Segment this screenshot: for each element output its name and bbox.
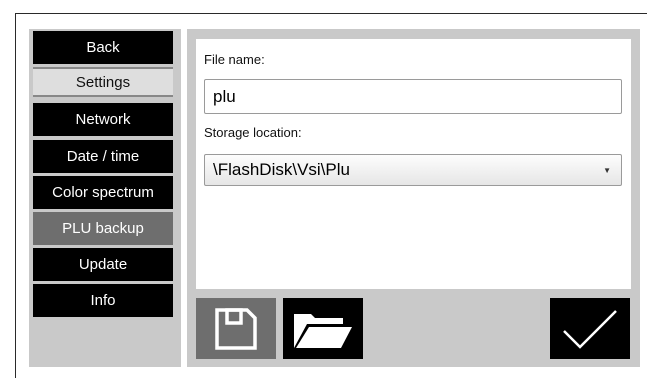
sidebar-item-update[interactable]: Update bbox=[33, 248, 173, 281]
back-button[interactable]: Back bbox=[33, 31, 173, 64]
sidebar-item-info[interactable]: Info bbox=[33, 284, 173, 317]
file-name-label: File name: bbox=[204, 52, 265, 67]
storage-location-value: \FlashDisk\Vsi\Plu bbox=[213, 160, 350, 179]
file-name-input[interactable] bbox=[204, 79, 622, 114]
sidebar-item-network[interactable]: Network bbox=[33, 103, 173, 136]
open-folder-button[interactable] bbox=[283, 298, 363, 359]
storage-location-select[interactable]: \FlashDisk\Vsi\Plu ▼ bbox=[204, 154, 622, 186]
plu-backup-panel: File name: Storage location: \FlashDisk\… bbox=[187, 29, 640, 367]
frame-border-top bbox=[15, 13, 647, 14]
checkmark-icon bbox=[563, 309, 617, 349]
dropdown-arrow-icon: ▼ bbox=[603, 166, 611, 175]
sidebar-item-date-time[interactable]: Date / time bbox=[33, 140, 173, 173]
confirm-button[interactable] bbox=[550, 298, 630, 359]
sidebar-item-color-spectrum[interactable]: Color spectrum bbox=[33, 176, 173, 209]
sidebar-item-plu-backup[interactable]: PLU backup bbox=[33, 212, 173, 245]
folder-open-icon bbox=[294, 313, 352, 348]
form-area: File name: Storage location: \FlashDisk\… bbox=[196, 39, 631, 289]
frame-border-left bbox=[15, 13, 16, 378]
settings-sidebar: Back Settings Network Date / time Color … bbox=[29, 29, 181, 367]
storage-location-label: Storage location: bbox=[204, 125, 302, 140]
floppy-disk-icon bbox=[215, 307, 257, 350]
settings-header: Settings bbox=[33, 67, 173, 97]
save-button[interactable] bbox=[196, 298, 276, 359]
